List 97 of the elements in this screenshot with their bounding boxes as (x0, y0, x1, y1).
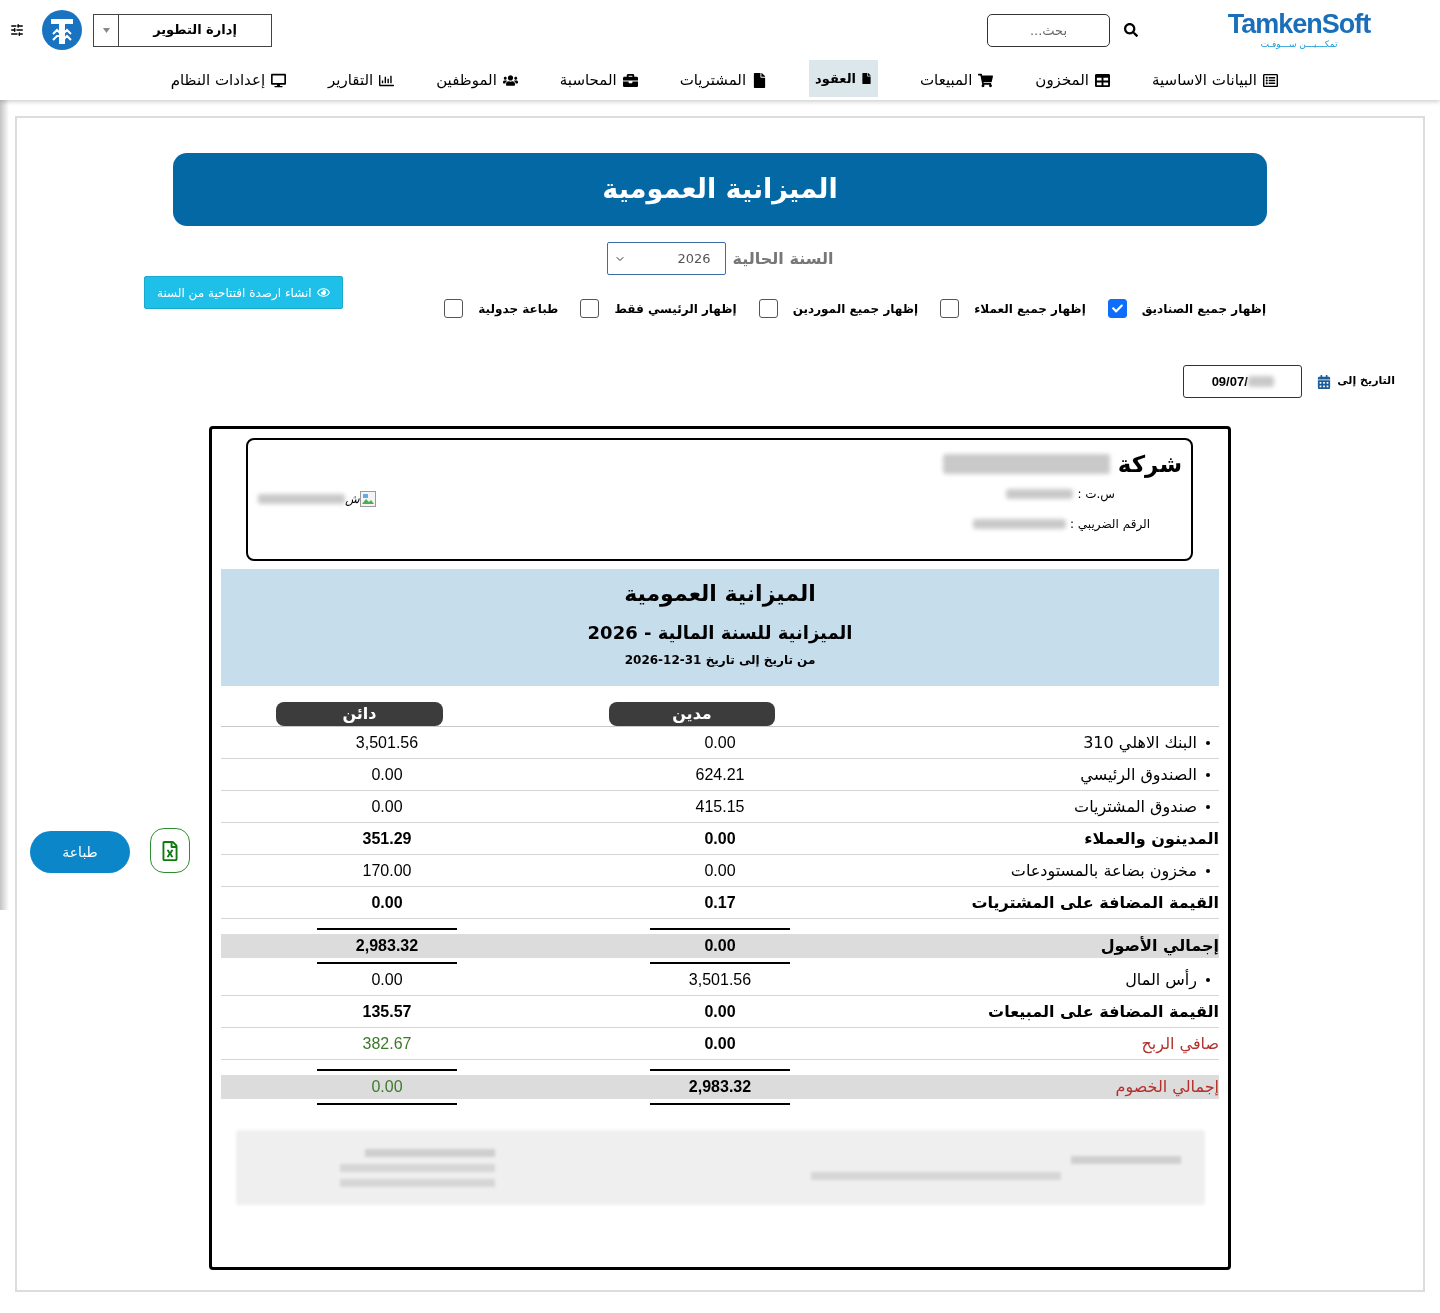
group-label: صافي الربح (1141, 1032, 1219, 1056)
logo-tagline: تمكـــيـــن ســـوفـت (1260, 38, 1338, 50)
bar-chart-icon (379, 72, 395, 88)
cart-icon (978, 72, 994, 88)
credit-total: 0.00 (371, 1077, 403, 1097)
branch-select[interactable]: إدارة التطوير (93, 13, 272, 47)
account-label: صندوق المشتريات (1074, 795, 1197, 819)
debit-value: 0.17 (704, 892, 736, 913)
list-icon (1263, 72, 1278, 88)
debit-value: 624.21 (695, 764, 745, 785)
credit-value: 0.00 (371, 969, 403, 990)
caret-icon (102, 27, 110, 33)
debit-value: 3,501.56 (688, 969, 752, 990)
logo-alt-text: ش (345, 491, 360, 508)
account-label: مخزون بضاعة بالمستودعات (1010, 859, 1197, 883)
credit-total: 2,983.32 (355, 936, 419, 956)
search-field[interactable]: بحث... (987, 13, 1110, 47)
excel-export-button[interactable] (150, 828, 190, 873)
report-title: الميزانية العمومية (624, 581, 816, 607)
grid-icon (1095, 72, 1110, 88)
checkbox-label: إظهار جميع العملاء (974, 300, 1086, 318)
checkbox-label: طباعة جدولية (478, 300, 559, 318)
group-label: القيمة المضافة على المبيعات (988, 1000, 1219, 1023)
debit-value: 0.00 (704, 1001, 736, 1022)
print-button[interactable]: طباعة (30, 831, 130, 873)
year-select[interactable]: 2026 (606, 242, 726, 275)
nav-item[interactable]: المشتريات (679, 60, 768, 100)
nav-item[interactable]: المحاسبة (559, 60, 638, 100)
company-prefix: شركة (1117, 449, 1182, 480)
search-icon[interactable] (1124, 23, 1138, 37)
broken-image-icon (359, 491, 376, 507)
debit-total: 0.00 (704, 936, 736, 956)
bullet-icon (1206, 740, 1210, 745)
checkbox[interactable] (580, 299, 600, 318)
report-period: من تاريخ إلى تاريخ 31-12-2026 (624, 652, 816, 669)
file-icon (860, 73, 872, 84)
title-banner: الميزانية العمومية (173, 153, 1267, 226)
checkbox-label: إظهار الرئيسي فقط (614, 300, 737, 318)
credit-value: 351.29 (362, 828, 412, 849)
debit-total: 2,983.32 (688, 1077, 752, 1097)
briefcase-icon (622, 72, 638, 88)
nav-item[interactable]: العقود (809, 60, 878, 97)
debit-column-header: مدين (609, 702, 775, 726)
sliders-icon[interactable] (10, 23, 24, 37)
nav-item[interactable]: البيانات الاساسية (1152, 60, 1278, 100)
monitor-icon (271, 72, 287, 88)
debit-value: 0.00 (704, 732, 736, 753)
tax-number-label: الرقم الضريبي : (1070, 516, 1150, 533)
credit-value: 3,501.56 (355, 732, 419, 753)
credit-value: 0.00 (371, 892, 403, 913)
logo-icon (42, 10, 82, 50)
checkbox[interactable] (1107, 299, 1127, 318)
account-label: البنك الاهلي 310 (1083, 731, 1197, 755)
nav-item[interactable]: المخزون (1035, 60, 1110, 100)
credit-value: 382.67 (362, 1033, 412, 1054)
debit-value: 0.00 (704, 1033, 736, 1054)
credit-value: 170.00 (362, 860, 412, 881)
cr-label: س.ت : (1077, 486, 1115, 503)
debit-value: 0.00 (704, 860, 736, 881)
credit-value: 0.00 (371, 796, 403, 817)
debit-value: 415.15 (695, 796, 745, 817)
spreadsheet-icon (162, 840, 178, 861)
bullet-icon (1206, 868, 1210, 873)
check-icon (1111, 303, 1123, 314)
group-label: المدينون والعملاء (1084, 827, 1219, 850)
users-icon (502, 72, 518, 88)
nav-item[interactable]: إعدادات النظام (170, 60, 287, 100)
account-label: رأس المال (1125, 968, 1197, 992)
checkbox[interactable] (940, 299, 960, 318)
date-field[interactable]: 09/07/ (1183, 365, 1303, 398)
bullet-icon (1206, 804, 1210, 809)
account-label: الصندوق الرئيسي (1080, 763, 1197, 787)
logo-text: TamkenSoft (1227, 10, 1371, 38)
total-label: إجمالي الأصول (1100, 935, 1219, 958)
checkbox-label: إظهار جميع الصناديق (1141, 300, 1266, 318)
total-label: إجمالي الخصوم (1115, 1076, 1219, 1099)
nav-item[interactable]: المبيعات (919, 60, 994, 100)
group-label: القيمة المضافة على المشتريات (971, 891, 1219, 914)
date-label: التاريخ إلى (1337, 373, 1395, 390)
redacted-text (1247, 376, 1274, 387)
nav-item[interactable]: الموظفين (436, 60, 518, 100)
bullet-icon (1206, 977, 1210, 982)
nav-item[interactable]: التقارير (328, 60, 395, 100)
checkbox[interactable] (444, 299, 464, 318)
report-subtitle: الميزانية للسنة المالية - 2026 (587, 621, 853, 645)
checkbox[interactable] (758, 299, 778, 318)
redacted-text (1006, 489, 1074, 499)
checkbox-label: إظهار جميع الموردين (792, 300, 919, 318)
eye-icon (316, 286, 330, 299)
year-label: السنة الحالية (732, 247, 834, 270)
calendar-icon (1317, 374, 1332, 389)
bullet-icon (1206, 772, 1210, 777)
file-icon (752, 72, 768, 88)
credit-value: 135.57 (362, 1001, 412, 1022)
debit-value: 0.00 (704, 828, 736, 849)
credit-value: 0.00 (371, 764, 403, 785)
credit-column-header: دائن (276, 702, 443, 726)
